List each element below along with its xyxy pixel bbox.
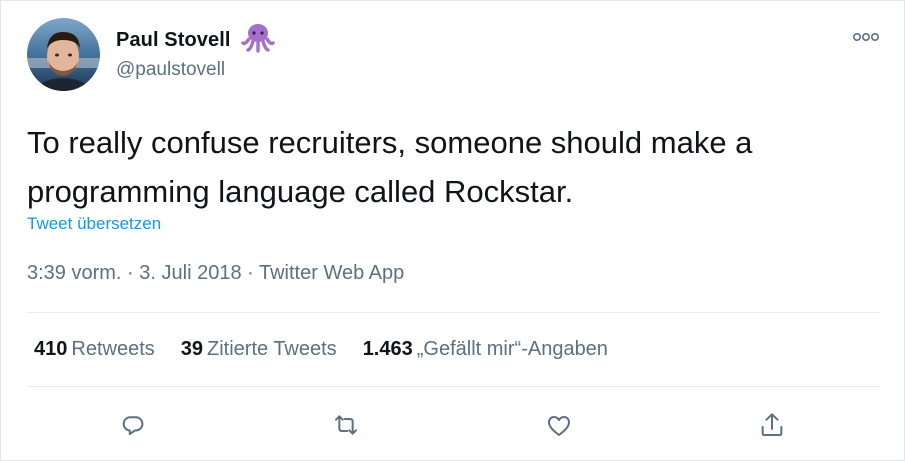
tweet-source[interactable]: Twitter Web App [259, 262, 404, 284]
avatar-photo-icon [27, 18, 100, 91]
share-icon [761, 413, 783, 436]
likes-stat[interactable]: 1.463 „Gefällt mir“-Angaben [363, 338, 608, 361]
tweet-card: Paul Stovell @paulstovell To really conf… [0, 0, 905, 461]
share-button[interactable] [752, 405, 792, 445]
divider [27, 386, 880, 387]
tweet-metadata: 3:39 vorm. · 3. Juli 2018 · Twitter Web … [27, 262, 404, 285]
tweet-stats: 410 Retweets 39 Zitierte Tweets 1.463 „Gefäll… [34, 338, 634, 361]
meta-separator: · [247, 262, 259, 284]
retweets-label: Retweets [71, 338, 155, 360]
octopus-emoji-icon [241, 23, 275, 53]
tweet-date[interactable]: 3. Juli 2018 [139, 262, 241, 284]
translate-tweet-link[interactable]: Tweet übersetzen [27, 214, 161, 234]
retweets-stat[interactable]: 410 Retweets [34, 338, 155, 361]
retweet-button[interactable] [326, 405, 366, 445]
reply-icon [122, 416, 144, 436]
more-options-icon[interactable] [849, 27, 883, 47]
likes-label: „Gefällt mir“-Angaben [416, 338, 608, 360]
heart-icon [548, 416, 570, 436]
tweet-time[interactable]: 3:39 vorm. [27, 262, 121, 284]
author-name[interactable]: Paul Stovell [116, 29, 231, 52]
quotes-stat[interactable]: 39 Zitierte Tweets [181, 338, 337, 361]
retweets-count: 410 [34, 338, 68, 360]
like-button[interactable] [539, 405, 579, 445]
retweet-icon [335, 415, 357, 435]
quotes-label: Zitierte Tweets [207, 338, 337, 360]
divider [27, 312, 880, 313]
likes-count: 1.463 [362, 338, 413, 360]
meta-separator: · [127, 262, 140, 284]
author-handle[interactable]: @paulstovell [116, 59, 225, 81]
reply-button[interactable] [113, 405, 153, 445]
avatar[interactable] [27, 18, 100, 91]
quotes-count: 39 [180, 338, 203, 360]
tweet-text: To really confuse recruiters, someone sh… [27, 125, 753, 209]
